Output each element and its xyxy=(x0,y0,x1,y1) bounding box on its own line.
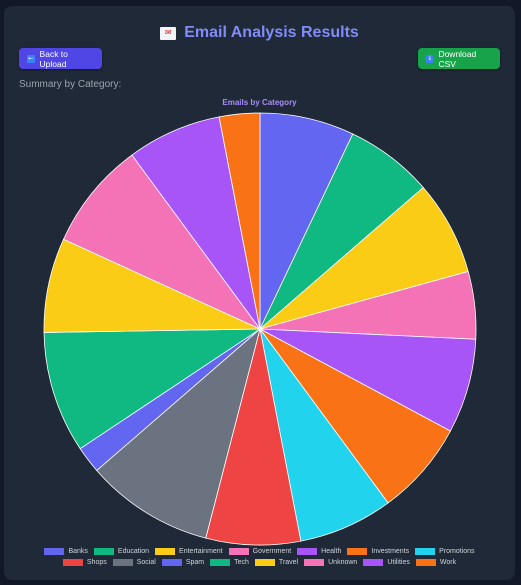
legend-swatch xyxy=(254,559,275,566)
legend-item-unknown[interactable]: Unknown xyxy=(304,559,357,566)
legend-label: Entertainment xyxy=(179,548,223,555)
legend-label: Promotions xyxy=(439,548,475,555)
legend-swatch xyxy=(93,548,114,555)
legend-label: Social xyxy=(136,559,156,566)
legend-item-investments[interactable]: Investments xyxy=(347,548,409,555)
legend-label: Government xyxy=(252,548,292,555)
legend-item-promotions[interactable]: Promotions xyxy=(415,548,475,555)
chart-legend: Banks Education Entertainment Government Hea… xyxy=(4,548,515,566)
legend-swatch xyxy=(112,559,133,566)
legend-label: Education xyxy=(117,548,150,555)
legend-item-travel[interactable]: Travel xyxy=(254,559,299,566)
legend-item-tech[interactable]: Tech xyxy=(210,559,249,566)
legend-swatch xyxy=(363,559,384,566)
legend-item-utilities[interactable]: Utilities xyxy=(363,559,410,566)
legend-swatch xyxy=(297,548,318,555)
legend-label: Work xyxy=(439,559,457,566)
legend-swatch xyxy=(347,548,368,555)
legend-swatch xyxy=(161,559,182,566)
legend-label: Unknown xyxy=(328,559,358,566)
legend-label: Investments xyxy=(371,548,410,555)
legend-label: Spam xyxy=(185,559,205,566)
legend-label: Health xyxy=(321,548,342,555)
legend-item-government[interactable]: Government xyxy=(228,548,292,555)
legend-label: Tech xyxy=(234,559,249,566)
legend-item-spam[interactable]: Spam xyxy=(161,559,205,566)
legend-item-banks[interactable]: Banks xyxy=(44,548,88,555)
legend-item-work[interactable]: Work xyxy=(415,559,457,566)
legend-swatch xyxy=(210,559,231,566)
legend-label: Shops xyxy=(86,559,107,566)
legend-item-health[interactable]: Health xyxy=(297,548,341,555)
results-panel: ✉ Email Analysis Results ← Back to Uploa… xyxy=(4,6,515,580)
legend-swatch xyxy=(228,548,249,555)
legend-item-entertainment[interactable]: Entertainment xyxy=(155,548,223,555)
legend-label: Travel xyxy=(278,559,299,566)
legend-item-shops[interactable]: Shops xyxy=(62,559,107,566)
legend-swatch xyxy=(62,559,83,566)
legend-swatch xyxy=(304,559,325,566)
legend-swatch xyxy=(155,548,176,555)
legend-label: Banks xyxy=(68,548,88,555)
legend-label: Utilities xyxy=(387,559,410,566)
legend-item-social[interactable]: Social xyxy=(112,559,156,566)
pie-chart xyxy=(43,112,477,546)
legend-swatch xyxy=(415,548,436,555)
legend-swatch xyxy=(44,548,65,555)
legend-swatch xyxy=(415,559,436,566)
legend-item-education[interactable]: Education xyxy=(93,548,150,555)
